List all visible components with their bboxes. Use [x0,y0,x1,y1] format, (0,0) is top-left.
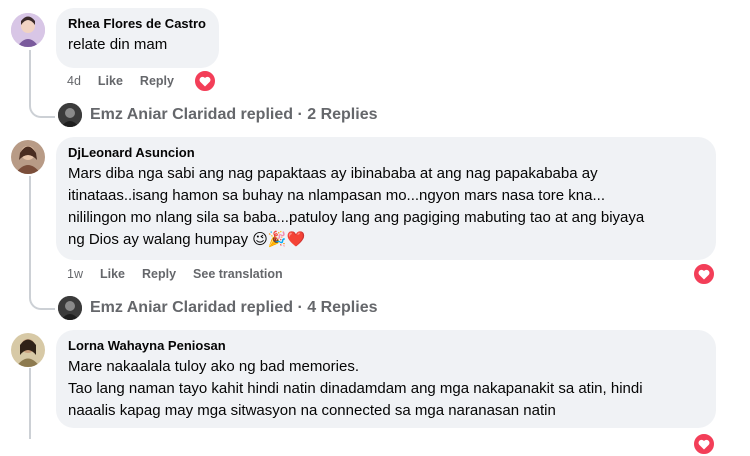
comment-text: Mare nakaalala tuloy ako ng bad memories… [68,356,704,422]
comment-actions: 1w Like Reply See translation [67,267,300,281]
comment-line: naaalis kapag may mga sitwasyon na conne… [68,402,556,419]
like-button[interactable]: Like [100,267,125,281]
comment-author[interactable]: Lorna Wahayna Peniosan [68,338,704,353]
comment-bubble: Rhea Flores de Castro relate din mam [56,8,219,68]
heart-icon[interactable] [692,262,716,286]
comment-actions: 4d Like Reply [67,74,191,88]
thread-elbow-2 [29,284,55,310]
avatar[interactable] [11,13,45,47]
avatar[interactable] [11,333,45,367]
heart-icon[interactable] [193,69,217,93]
timestamp[interactable]: 1w [67,267,83,281]
red-heart-emoji: ❤️ [286,231,306,248]
thread-line-1 [29,50,31,98]
replies-label: Emz Aniar Claridad replied · 4 Replies [90,299,378,316]
party-popper-emoji: 🎉 [267,231,287,248]
wink-emoji: 😉 [252,231,268,248]
comment-author[interactable]: DjLeonard Asuncion [68,145,704,160]
thread-line-3 [29,368,31,439]
view-replies-link[interactable]: Emz Aniar Claridad replied · 4 Replies [58,296,378,320]
comment-line: Tao lang naman tayo kahit hindi natin di… [68,380,643,397]
replies-label: Emz Aniar Claridad replied · 2 Replies [90,106,378,123]
replier-avatar [58,296,82,320]
comment-line: ng Dios ay walang humpay 😉🎉❤️ [68,229,704,251]
see-translation-link[interactable]: See translation [193,267,283,281]
comment-line: Mars diba nga sabi ang nag papaktaas ay … [68,165,598,182]
view-replies-link[interactable]: Emz Aniar Claridad replied · 2 Replies [58,103,378,127]
reply-button[interactable]: Reply [140,74,174,88]
heart-icon[interactable] [692,432,716,456]
comment-line: nililingon mo nlang sila sa baba...patul… [68,209,645,226]
comment-bubble: Lorna Wahayna Peniosan Mare nakaalala tu… [56,330,716,428]
comment-line: Mare nakaalala tuloy ako ng bad memories… [68,358,359,375]
comment-author[interactable]: Rhea Flores de Castro [68,16,207,31]
thread-line-2 [29,176,31,286]
comment-text: Mars diba nga sabi ang nag papaktaas ay … [68,163,704,251]
thread-elbow-1 [29,96,55,118]
comment-bubble: DjLeonard Asuncion Mars diba nga sabi an… [56,137,716,260]
reply-button[interactable]: Reply [142,267,176,281]
timestamp[interactable]: 4d [67,74,81,88]
like-button[interactable]: Like [98,74,123,88]
comment-line: itinataas..isang hamon sa buhay na nlamp… [68,187,605,204]
comment-line-text: ng Dios ay walang humpay [68,231,249,248]
replier-avatar [58,103,82,127]
comment-text: relate din mam [68,36,168,53]
avatar[interactable] [11,140,45,174]
